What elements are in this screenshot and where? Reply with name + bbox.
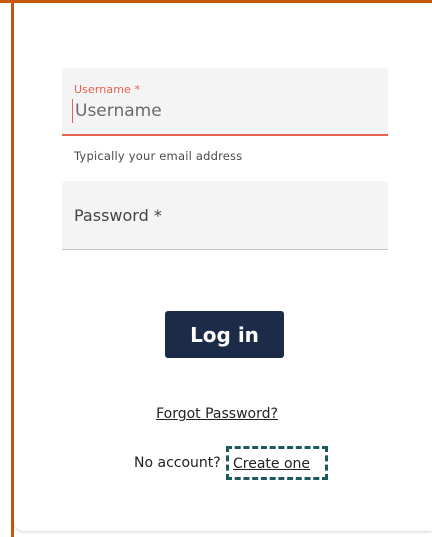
window-frame: Username * Typically your email address … [0, 0, 432, 537]
username-input[interactable] [72, 99, 375, 123]
username-label: Username * [74, 83, 141, 96]
login-button[interactable]: Log in [165, 311, 284, 358]
forgot-password-link[interactable]: Forgot Password? [0, 406, 432, 422]
username-helper-text: Typically your email address [74, 149, 243, 163]
username-field[interactable]: Username * [62, 68, 388, 136]
forgot-password-label: Forgot Password? [156, 406, 278, 422]
no-account-text: No account? [134, 455, 221, 471]
password-field[interactable]: Password * [62, 181, 388, 250]
password-label: Password * [74, 206, 162, 225]
create-account-link[interactable]: Create one [226, 446, 328, 480]
